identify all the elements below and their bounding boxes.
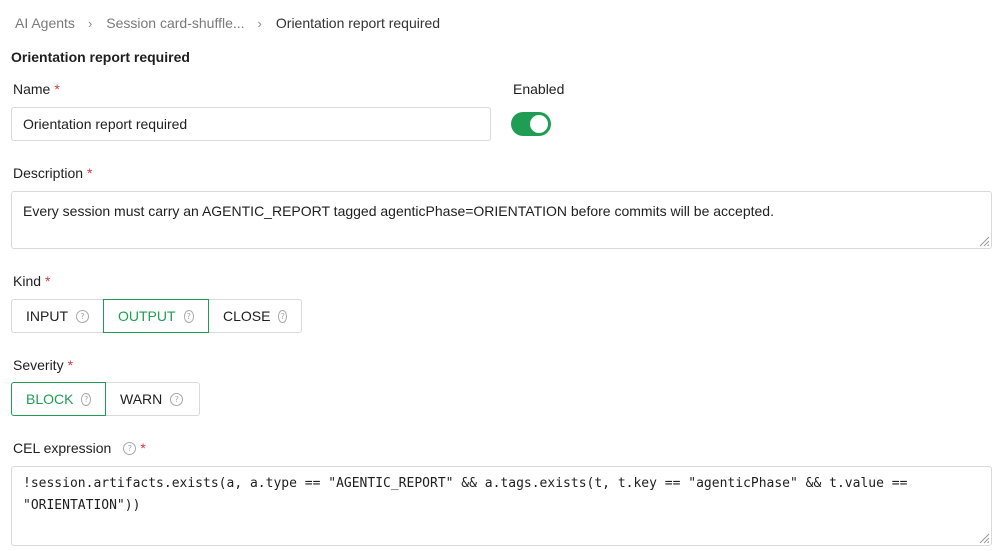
cel-expression-text: !session.artifacts.exists(a, a.type == "… (23, 473, 971, 517)
resize-handle-icon[interactable] (978, 235, 990, 247)
required-marker: * (54, 81, 60, 97)
toggle-knob (530, 115, 548, 133)
question-circle-icon[interactable]: ? (278, 309, 287, 323)
cel-label: CEL expression ? * (13, 440, 146, 456)
required-marker: * (45, 273, 51, 289)
severity-option-label: BLOCK (26, 391, 74, 407)
kind-label-text: Kind (13, 273, 42, 289)
name-label: Name * (13, 81, 60, 97)
breadcrumb: AI Agents › Session card-shuffle... › Or… (15, 13, 440, 33)
question-circle-icon[interactable]: ? (183, 309, 194, 323)
severity-label: Severity * (13, 357, 73, 373)
cel-label-text: CEL expression (13, 440, 112, 456)
description-label-text: Description (13, 165, 84, 181)
kind-option-output[interactable]: OUTPUT ? (103, 299, 209, 333)
page-title: Orientation report required (11, 49, 190, 65)
severity-option-warn[interactable]: WARN ? (105, 382, 200, 416)
breadcrumb-session[interactable]: Session card-shuffle... (106, 15, 244, 31)
severity-option-block[interactable]: BLOCK ? (11, 382, 106, 416)
kind-option-input[interactable]: INPUT ? (11, 299, 104, 333)
enabled-toggle[interactable] (511, 112, 551, 136)
breadcrumb-ai-agents[interactable]: AI Agents (15, 15, 75, 31)
severity-option-label: WARN (120, 391, 163, 407)
description-label: Description * (13, 165, 92, 181)
cel-expression-textarea[interactable]: !session.artifacts.exists(a, a.type == "… (11, 466, 992, 546)
name-input[interactable] (11, 107, 491, 141)
description-text: Every session must carry an AGENTIC_REPO… (23, 203, 774, 219)
cel-line-1: !session.artifacts.exists(a, a.type == "… (23, 476, 908, 491)
kind-option-label: CLOSE (223, 308, 271, 324)
severity-label-text: Severity (13, 357, 64, 373)
severity-selector: BLOCK ? WARN ? (11, 382, 200, 416)
question-circle-icon[interactable]: ? (81, 392, 91, 406)
resize-handle-icon[interactable] (978, 532, 990, 544)
question-circle-icon[interactable]: ? (170, 392, 184, 406)
name-label-text: Name (13, 81, 51, 97)
question-circle-icon[interactable]: ? (76, 309, 89, 323)
description-textarea[interactable]: Every session must carry an AGENTIC_REPO… (11, 191, 992, 249)
question-circle-icon[interactable]: ? (123, 441, 137, 455)
required-marker: * (67, 357, 74, 373)
kind-option-close[interactable]: CLOSE ? (208, 299, 302, 333)
kind-option-label: OUTPUT (118, 308, 176, 324)
breadcrumb-separator: › (87, 15, 93, 31)
enabled-label: Enabled (513, 81, 565, 97)
kind-selector: INPUT ? OUTPUT ? CLOSE ? (11, 299, 302, 333)
breadcrumb-separator: › (257, 15, 262, 31)
breadcrumb-current: Orientation report required (275, 15, 441, 31)
kind-option-label: INPUT (26, 308, 68, 324)
required-marker: * (87, 165, 93, 181)
kind-label: Kind * (13, 273, 50, 289)
cel-line-2: "ORIENTATION")) (23, 498, 141, 513)
required-marker: * (140, 440, 146, 456)
